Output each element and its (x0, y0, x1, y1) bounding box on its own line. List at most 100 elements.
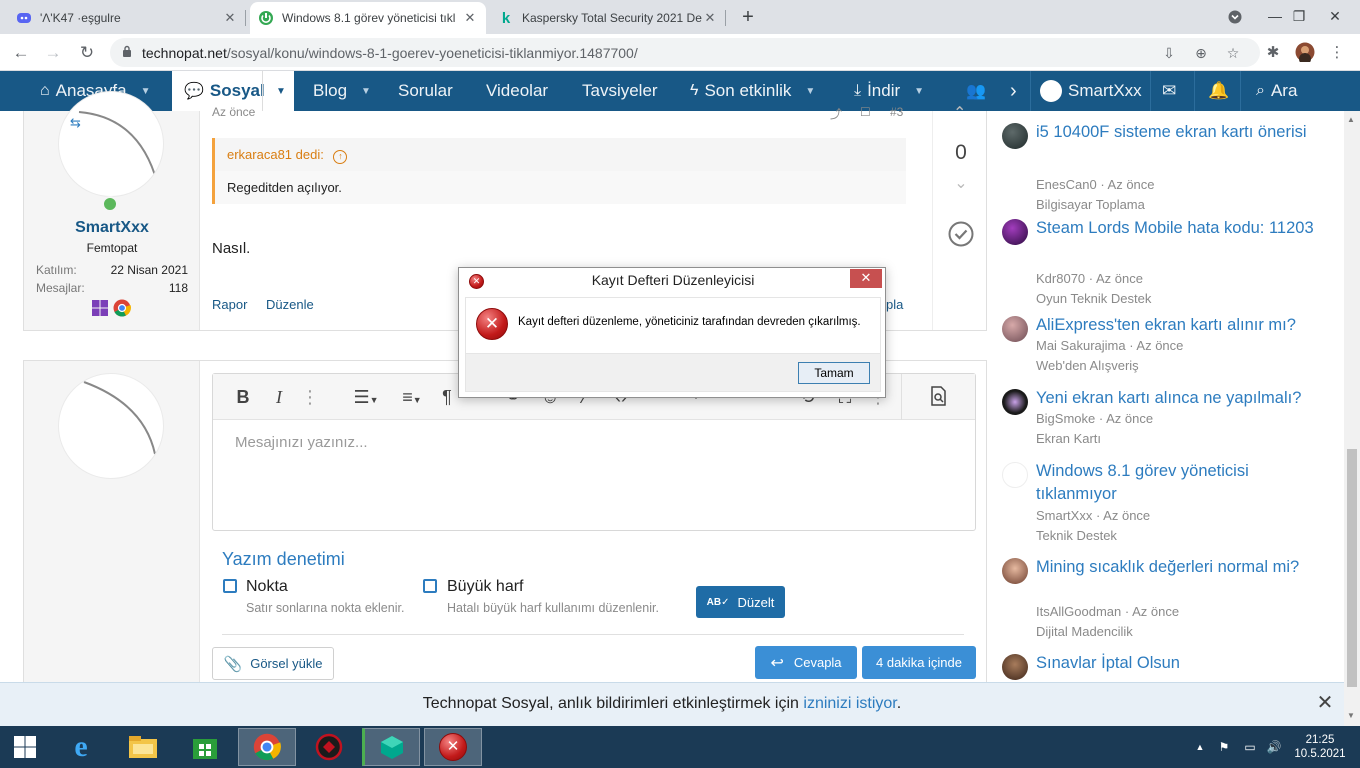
registry-error-taskbar-icon[interactable]: ✕ (424, 728, 482, 766)
zoom-icon[interactable]: ⊕ (1192, 45, 1210, 61)
more-options-icon[interactable]: ⋮ (301, 386, 319, 408)
post-time[interactable]: Az önce (212, 105, 255, 119)
capital-checkbox[interactable] (423, 579, 437, 593)
extensions-icon[interactable]: ✱ (1262, 42, 1284, 64)
file-explorer-icon[interactable] (114, 728, 172, 766)
capital-label[interactable]: Büyük harf (447, 578, 523, 596)
clock[interactable]: 21:25 10.5.2021 (1290, 733, 1350, 761)
nav-user[interactable]: SmartXxx (1040, 71, 1142, 111)
address-bar[interactable]: technopat.net/sosyal/konu/windows-8-1-go… (110, 38, 1260, 67)
inbox-icon[interactable]: ✉ (1162, 71, 1176, 111)
bookmark-icon[interactable]: ☐ (860, 105, 871, 119)
scroll-thumb[interactable] (1347, 449, 1357, 687)
reply-button[interactable]: ↩ Cevapla (755, 646, 857, 679)
italic-icon[interactable]: I (269, 386, 289, 408)
align-icon[interactable]: ≡▼ (395, 386, 429, 408)
close-icon[interactable]: ✕ (702, 10, 718, 26)
nav-questions[interactable]: Sorular (398, 71, 453, 111)
check-solution-icon[interactable] (948, 221, 974, 252)
period-label[interactable]: Nokta (246, 578, 288, 596)
avatar[interactable] (58, 91, 164, 197)
chevron-down-icon[interactable]: ▼ (361, 86, 371, 97)
tab-kaspersky[interactable]: k Kaspersky Total Security 2021 Dep ✕ (490, 2, 726, 34)
nav-members[interactable]: 👥 (966, 71, 992, 111)
report-link[interactable]: Rapor (212, 297, 247, 312)
back-icon[interactable]: ← (8, 40, 34, 66)
chrome-taskbar-icon[interactable] (238, 728, 296, 766)
fix-button[interactable]: AB✓ Düzelt (696, 586, 785, 618)
star-icon[interactable]: ☆ (1224, 45, 1242, 61)
list-icon[interactable]: ☰▼ (349, 386, 383, 408)
nav-scroll-right[interactable]: › (1010, 71, 1017, 111)
nav-recent[interactable]: ϟ Son etkinlik ▼ (690, 71, 815, 111)
avatar[interactable] (1294, 42, 1316, 65)
game-app-icon[interactable] (300, 728, 358, 766)
thread-forum[interactable]: Dijital Madencilik (1036, 624, 1133, 639)
reply-link[interactable]: pla (886, 297, 903, 312)
post-user-panel: ⇆ SmartXxx Femtopat Katılım: 22 Nisan 202… (24, 91, 200, 330)
nav-social-dropdown[interactable]: ▼ (268, 71, 294, 111)
share-icon[interactable]: ⤴ (830, 105, 842, 122)
ie-icon[interactable]: e (52, 728, 110, 766)
thread-title[interactable]: Steam Lords Mobile hata kodu: 11203 (1036, 217, 1322, 240)
nav-videos[interactable]: Videolar (486, 71, 548, 111)
action-center-icon[interactable]: ⚑ (1214, 726, 1234, 768)
profile-dropdown-icon[interactable] (1218, 0, 1252, 34)
messages-stat: Mesajlar: 118 (36, 281, 188, 295)
close-icon[interactable]: ✕ (850, 269, 882, 288)
install-icon[interactable]: ⇩ (1160, 45, 1178, 61)
reload-icon[interactable]: ↻ (74, 40, 100, 66)
tray-expand-icon[interactable]: ▲ (1192, 726, 1208, 768)
page-scrollbar[interactable]: ▲ ▼ (1344, 111, 1360, 726)
forward-icon[interactable]: → (40, 40, 66, 66)
avatar (1002, 316, 1028, 342)
upload-image-button[interactable]: 📎 Görsel yükle (212, 647, 334, 680)
volume-icon[interactable]: 🔊 (1264, 726, 1284, 768)
thread-title[interactable]: i5 10400F sisteme ekran kartı önerisi (1036, 121, 1322, 144)
post-number[interactable]: #3 (890, 105, 903, 119)
start-button[interactable] (0, 728, 50, 766)
close-icon[interactable]: ✕ (222, 10, 238, 26)
thread-forum[interactable]: Web'den Alışveriş (1036, 358, 1139, 373)
upvote-icon[interactable]: ⌃ (953, 103, 966, 123)
thread-forum[interactable]: Ekran Kartı (1036, 431, 1101, 446)
quote-author[interactable]: erkaraca81 dedi: ↑ (227, 147, 348, 164)
thread-title[interactable]: Windows 8.1 görev yöneticisi tıklanmıyor (1036, 460, 1322, 506)
nav-blog[interactable]: Blog ▼ (313, 71, 371, 111)
preview-icon[interactable] (927, 386, 951, 408)
tab-discord[interactable]: 'Λ'K47 ·eşgulre ✕ (8, 2, 246, 34)
permission-link[interactable]: izninizi istiyor (803, 695, 896, 712)
kaspersky-taskbar-icon[interactable] (362, 728, 420, 766)
nav-search[interactable]: ⌕ Ara (1256, 71, 1297, 111)
nav-recommendations[interactable]: Tavsiyeler (582, 71, 658, 111)
network-icon[interactable]: ▭ (1240, 726, 1260, 768)
post-username[interactable]: SmartXxx (24, 219, 200, 237)
thread-forum[interactable]: Oyun Teknik Destek (1036, 291, 1151, 306)
chevron-down-icon[interactable]: ▼ (141, 86, 151, 97)
close-icon[interactable]: ✕ (1314, 692, 1336, 714)
period-checkbox[interactable] (223, 579, 237, 593)
edit-link[interactable]: Düzenle (266, 297, 314, 312)
thread-forum[interactable]: Bilgisayar Toplama (1036, 197, 1145, 212)
thread-title[interactable]: AliExpress'ten ekran kartı alınır mı? (1036, 314, 1322, 337)
downvote-icon[interactable]: ⌄ (933, 173, 989, 193)
new-tab-button[interactable]: + (737, 6, 759, 28)
tab-technopat[interactable]: Windows 8.1 görev yöneticisi tıkl ✕ (250, 2, 486, 34)
chevron-down-icon[interactable]: ▼ (914, 86, 924, 97)
avatar (58, 373, 164, 479)
paragraph-icon[interactable]: ¶ (439, 386, 455, 408)
chevron-down-icon[interactable]: ▼ (805, 86, 815, 97)
close-icon[interactable]: ✕ (462, 10, 478, 26)
thread-forum[interactable]: Teknik Destek (1036, 528, 1117, 543)
thread-title[interactable]: Sınavlar İptal Olsun (1036, 652, 1322, 675)
restore-icon[interactable]: ❐ (1282, 0, 1316, 34)
thread-title[interactable]: Mining sıcaklık değerleri normal mi? (1036, 556, 1322, 579)
close-window-icon[interactable]: ✕ (1318, 0, 1352, 34)
reply-timer-button[interactable]: 4 dakika içinde (862, 646, 976, 679)
store-icon[interactable] (176, 728, 234, 766)
ok-button[interactable]: Tamam (798, 362, 870, 384)
bold-icon[interactable]: B (233, 386, 253, 408)
bell-icon[interactable]: 🔔 (1208, 71, 1229, 111)
more-menu-icon[interactable]: ⋮ (1326, 42, 1348, 64)
thread-title[interactable]: Yeni ekran kartı alınca ne yapılmalı? (1036, 387, 1322, 410)
